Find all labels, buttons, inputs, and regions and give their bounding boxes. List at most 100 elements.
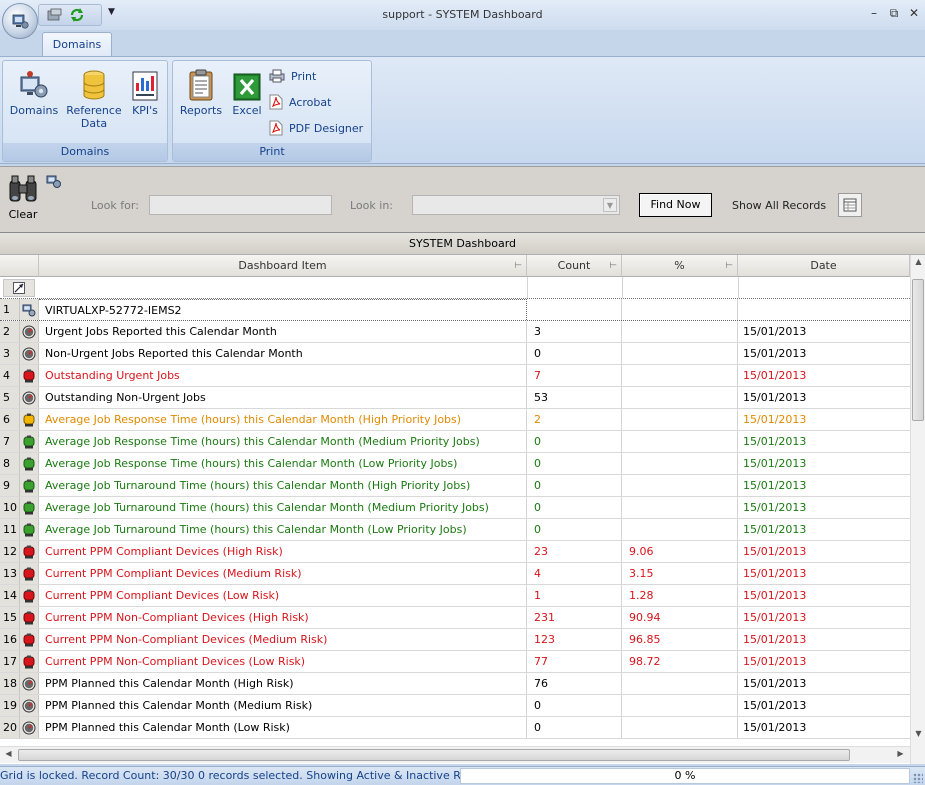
- reports-button[interactable]: Reports: [179, 65, 223, 117]
- row-number[interactable]: 4: [0, 365, 20, 386]
- date-cell[interactable]: [738, 299, 910, 320]
- row-number[interactable]: 14: [0, 585, 20, 606]
- percent-cell[interactable]: [622, 365, 738, 386]
- percent-cell[interactable]: 96.85: [622, 629, 738, 650]
- percent-cell[interactable]: [622, 673, 738, 694]
- horizontal-scrollbar[interactable]: ◀ ▶: [0, 746, 910, 763]
- find-now-button[interactable]: Find Now: [639, 193, 712, 217]
- table-row[interactable]: 1 VIRTUALXP-52772-IEMS2: [0, 299, 910, 321]
- percent-cell[interactable]: [622, 299, 738, 320]
- date-cell[interactable]: 15/01/2013: [738, 343, 910, 364]
- count-cell[interactable]: 231: [527, 607, 622, 628]
- look-in-select[interactable]: ▼: [412, 195, 620, 215]
- row-number[interactable]: 2: [0, 321, 20, 342]
- pin-icon[interactable]: ⊢: [725, 255, 733, 277]
- row-number[interactable]: 19: [0, 695, 20, 716]
- domains-button[interactable]: Domains: [9, 65, 59, 117]
- row-number[interactable]: 1: [0, 299, 20, 320]
- dashboard-item-cell[interactable]: Outstanding Urgent Jobs: [39, 365, 527, 386]
- dashboard-item-cell[interactable]: Current PPM Compliant Devices (Medium Ri…: [39, 563, 527, 584]
- row-number[interactable]: 5: [0, 387, 20, 408]
- minimize-button[interactable]: –: [869, 6, 879, 21]
- app-menu-button[interactable]: [2, 3, 38, 39]
- vertical-scrollbar[interactable]: ▲ ▼: [910, 255, 925, 764]
- date-cell[interactable]: 15/01/2013: [738, 651, 910, 672]
- date-cell[interactable]: 15/01/2013: [738, 673, 910, 694]
- excel-button[interactable]: Excel: [229, 65, 265, 117]
- acrobat-button[interactable]: Acrobat: [269, 93, 331, 111]
- count-cell[interactable]: 0: [527, 695, 622, 716]
- count-cell[interactable]: 3: [527, 321, 622, 342]
- percent-cell[interactable]: [622, 717, 738, 738]
- column-header-date[interactable]: Date: [738, 255, 910, 277]
- percent-cell[interactable]: 3.15: [622, 563, 738, 584]
- dashboard-item-cell[interactable]: Non-Urgent Jobs Reported this Calendar M…: [39, 343, 527, 364]
- scroll-up-icon[interactable]: ▲: [911, 257, 925, 266]
- dashboard-item-cell[interactable]: Average Job Response Time (hours) this C…: [39, 453, 527, 474]
- date-cell[interactable]: 15/01/2013: [738, 541, 910, 562]
- row-number[interactable]: 18: [0, 673, 20, 694]
- dashboard-item-cell[interactable]: Average Job Turnaround Time (hours) this…: [39, 475, 527, 496]
- scroll-left-icon[interactable]: ◀: [1, 749, 16, 758]
- resize-grip-icon[interactable]: [913, 773, 923, 783]
- scroll-right-icon[interactable]: ▶: [893, 749, 908, 758]
- table-row[interactable]: 13 Current PPM Compliant Devices (Medium …: [0, 563, 910, 585]
- percent-cell[interactable]: 90.94: [622, 607, 738, 628]
- dashboard-item-cell[interactable]: PPM Planned this Calendar Month (High Ri…: [39, 673, 527, 694]
- table-row[interactable]: 3 Non-Urgent Jobs Reported this Calendar …: [0, 343, 910, 365]
- vertical-scroll-thumb[interactable]: [912, 279, 924, 421]
- table-row[interactable]: 14 Current PPM Compliant Devices (Low Ris…: [0, 585, 910, 607]
- count-cell[interactable]: 2: [527, 409, 622, 430]
- dashboard-item-cell[interactable]: Average Job Turnaround Time (hours) this…: [39, 519, 527, 540]
- table-row[interactable]: 19 PPM Planned this Calendar Month (Mediu…: [0, 695, 910, 717]
- dashboard-item-cell[interactable]: Current PPM Compliant Devices (High Risk…: [39, 541, 527, 562]
- dashboard-item-cell[interactable]: Average Job Response Time (hours) this C…: [39, 409, 527, 430]
- table-row[interactable]: 7 Average Job Response Time (hours) this …: [0, 431, 910, 453]
- pin-icon[interactable]: ⊢: [609, 255, 617, 277]
- date-cell[interactable]: 15/01/2013: [738, 409, 910, 430]
- count-cell[interactable]: 123: [527, 629, 622, 650]
- row-number[interactable]: 12: [0, 541, 20, 562]
- table-row[interactable]: 17 Current PPM Non-Compliant Devices (Low…: [0, 651, 910, 673]
- date-cell[interactable]: 15/01/2013: [738, 453, 910, 474]
- date-cell[interactable]: 15/01/2013: [738, 607, 910, 628]
- pdf-designer-button[interactable]: PDF Designer: [269, 119, 363, 137]
- date-cell[interactable]: 15/01/2013: [738, 321, 910, 342]
- count-cell[interactable]: 53: [527, 387, 622, 408]
- date-cell[interactable]: 15/01/2013: [738, 519, 910, 540]
- date-cell[interactable]: 15/01/2013: [738, 717, 910, 738]
- look-for-input[interactable]: [149, 195, 332, 215]
- reference-data-button[interactable]: Reference Data: [65, 65, 123, 130]
- row-number[interactable]: 9: [0, 475, 20, 496]
- row-number[interactable]: 7: [0, 431, 20, 452]
- chevron-down-icon[interactable]: ▼: [603, 198, 617, 212]
- table-row[interactable]: 15 Current PPM Non-Compliant Devices (Hig…: [0, 607, 910, 629]
- clear-button[interactable]: Clear: [6, 173, 40, 221]
- dashboard-item-cell[interactable]: Average Job Turnaround Time (hours) this…: [39, 497, 527, 518]
- filter-clear-icon[interactable]: [3, 279, 35, 297]
- count-cell[interactable]: 77: [527, 651, 622, 672]
- tab-domains[interactable]: Domains: [42, 32, 112, 57]
- percent-cell[interactable]: [622, 695, 738, 716]
- table-row[interactable]: 12 Current PPM Compliant Devices (High Ri…: [0, 541, 910, 563]
- row-number[interactable]: 6: [0, 409, 20, 430]
- dashboard-item-cell[interactable]: Current PPM Non-Compliant Devices (Low R…: [39, 651, 527, 672]
- table-row[interactable]: 11 Average Job Turnaround Time (hours) th…: [0, 519, 910, 541]
- date-cell[interactable]: 15/01/2013: [738, 365, 910, 386]
- count-cell[interactable]: 0: [527, 497, 622, 518]
- percent-cell[interactable]: [622, 453, 738, 474]
- count-cell[interactable]: 0: [527, 519, 622, 540]
- date-cell[interactable]: 15/01/2013: [738, 629, 910, 650]
- count-cell[interactable]: [527, 299, 622, 320]
- dashboard-item-cell[interactable]: PPM Planned this Calendar Month (Low Ris…: [39, 717, 527, 738]
- table-row[interactable]: 4 Outstanding Urgent Jobs 7 15/01/2013: [0, 365, 910, 387]
- row-number[interactable]: 13: [0, 563, 20, 584]
- percent-cell[interactable]: 98.72: [622, 651, 738, 672]
- date-cell[interactable]: 15/01/2013: [738, 475, 910, 496]
- close-button[interactable]: ✕: [909, 6, 919, 21]
- count-cell[interactable]: 4: [527, 563, 622, 584]
- row-number[interactable]: 8: [0, 453, 20, 474]
- dashboard-item-cell[interactable]: Current PPM Non-Compliant Devices (High …: [39, 607, 527, 628]
- dashboard-item-cell[interactable]: Current PPM Non-Compliant Devices (Mediu…: [39, 629, 527, 650]
- dashboard-item-cell[interactable]: PPM Planned this Calendar Month (Medium …: [39, 695, 527, 716]
